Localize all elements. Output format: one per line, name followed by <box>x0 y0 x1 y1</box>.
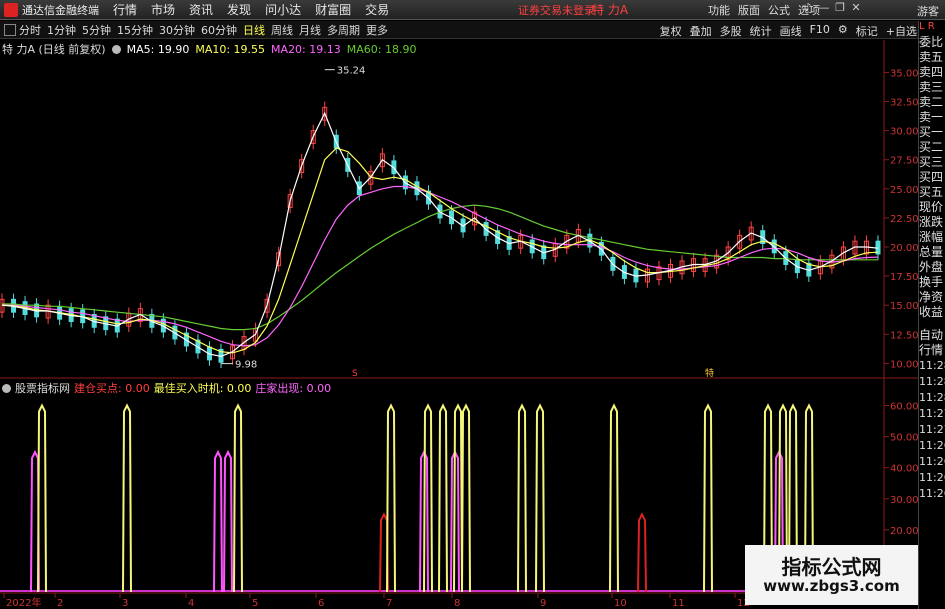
indicator-spike <box>609 403 619 593</box>
tick-time: 11:26 <box>919 471 945 484</box>
price-tick-label: 35.00 <box>890 68 918 79</box>
x-tick-label: 8 <box>454 598 460 609</box>
side-item: 净资 <box>919 290 944 304</box>
indicator-spike <box>223 449 233 593</box>
tick-time: 11:26 <box>919 455 945 468</box>
side-item: 买四 <box>919 170 944 184</box>
x-tick-label: 2022年 <box>6 596 41 609</box>
x-tick-label: 9 <box>540 598 546 609</box>
side-item: 买二 <box>919 140 944 154</box>
x-tick-label: 3 <box>122 598 128 609</box>
settings-dot-icon[interactable] <box>2 383 11 393</box>
indicator-item1: 建仓买点: 0.00 <box>74 382 150 395</box>
side-item: 涨跌 <box>919 215 944 229</box>
watermark-title: 指标公式网 <box>781 555 882 579</box>
price-tick-label: 20.00 <box>890 243 918 254</box>
low-price-label: 9.98 <box>235 360 257 371</box>
side-item: 外盘 <box>919 260 944 274</box>
indicator-tick-label: 20.00 <box>890 526 918 537</box>
x-tick-label: 10 <box>614 598 627 609</box>
ma10-value: MA10: 19.55 <box>195 42 266 56</box>
indicator-spike <box>461 403 471 593</box>
indicator-tick-label: 40.00 <box>890 464 918 475</box>
indicator-tick-label: 50.00 <box>890 433 918 444</box>
indicator-spike <box>637 512 647 593</box>
ma5-line <box>1 111 879 358</box>
tick-time: 11:27 <box>919 407 945 420</box>
indicator-name[interactable]: 股票指标网 <box>15 380 70 396</box>
price-tick-label: 17.50 <box>890 272 918 283</box>
x-tick-label: 7 <box>386 598 392 609</box>
watermark: 指标公式网 www.zbgs3.com <box>745 545 918 605</box>
indicator-item2: 最佳买入时机: 0.00 <box>153 382 252 395</box>
side-lr-toggle[interactable]: L R <box>919 21 945 35</box>
x-tick-label: 11 <box>672 598 685 609</box>
tick-time: 11:27 <box>919 423 945 436</box>
price-tick-label: 15.00 <box>890 301 918 312</box>
indicator-item3: 庄家出现: 0.00 <box>255 382 332 395</box>
indicator-spike <box>233 403 243 593</box>
watermark-url: www.zbgs3.com <box>763 577 900 595</box>
event-marker-label: 特 <box>705 367 714 379</box>
side-item: 买一 <box>919 125 944 139</box>
side-item: 卖二 <box>919 95 944 109</box>
ma10-line <box>1 147 879 354</box>
main-chart-header: 特 力A (日线 前复权) MA5: 19.90 MA10: 19.55 MA2… <box>2 41 422 57</box>
settings-dot-icon[interactable] <box>111 44 121 54</box>
indicator-header: 股票指标网 建仓买点: 0.00 最佳买入时机: 0.00 庄家出现: 0.00 <box>2 380 335 396</box>
side-item: 现价 <box>919 200 944 214</box>
x-tick-label: 5 <box>252 598 258 609</box>
indicator-spike <box>438 403 448 593</box>
indicator-spike <box>122 403 132 593</box>
kline-chart[interactable]: 35.00 32.50 30.00 27.50 25.00 22.50 20.00 17.50… <box>0 0 918 609</box>
tick-time: 11:28 <box>919 359 945 372</box>
guest-label[interactable]: 游客 <box>917 3 939 19</box>
ma20-value: MA20: 19.13 <box>271 42 341 56</box>
side-item: 总量 <box>919 245 944 259</box>
tick-time: 11:26 <box>919 439 945 452</box>
x-tick-label: 2 <box>57 598 63 609</box>
indicator-spike <box>535 403 545 593</box>
ma60-line <box>2 204 878 331</box>
tick-time: 11:26 <box>919 487 945 500</box>
high-price-label: 35.24 <box>337 66 366 77</box>
x-tick-label: 4 <box>188 598 194 609</box>
event-marker-label: S <box>352 369 358 379</box>
side-item: 卖三 <box>919 80 944 94</box>
indicator-spike <box>213 449 223 593</box>
tick-time: 11:28 <box>919 391 945 404</box>
side-item: 卖四 <box>919 65 944 79</box>
side-item: 买三 <box>919 155 944 169</box>
side-item: 买五 <box>919 185 944 199</box>
side-auto[interactable]: 自动 <box>919 328 945 343</box>
side-item: 委比 <box>919 35 944 49</box>
ma5-value: MA5: 19.90 <box>126 42 190 56</box>
indicator-spike <box>703 403 713 593</box>
indicator-tick-label: 60.00 <box>890 402 918 413</box>
side-item: 涨幅 <box>919 230 944 244</box>
price-tick-label: 12.50 <box>890 330 918 341</box>
indicator-spike <box>517 403 527 593</box>
price-tick-label: 10.00 <box>890 359 918 370</box>
price-tick-label: 30.00 <box>890 127 918 138</box>
price-tick-label: 25.00 <box>890 185 918 196</box>
price-tick-label: 32.50 <box>890 98 918 109</box>
side-panel: L R 委比 卖五 卖四 卖三 卖二 卖一 买一 买二 买三 买四 买五 现价 … <box>918 21 945 609</box>
price-tick-label: 27.50 <box>890 156 918 167</box>
side-item: 收益 <box>919 305 944 319</box>
side-item: 卖五 <box>919 50 944 64</box>
x-tick-label: 6 <box>318 598 324 609</box>
indicator-tick-label: 30.00 <box>890 495 918 506</box>
tick-time: 11:28 <box>919 375 945 388</box>
side-item: 卖一 <box>919 110 944 124</box>
chart-title: 特 力A (日线 前复权) <box>2 43 106 56</box>
price-tick-label: 22.50 <box>890 214 918 225</box>
side-item: 换手 <box>919 275 944 289</box>
ma60-value: MA60: 18.90 <box>346 42 417 56</box>
side-quote[interactable]: 行情 <box>919 343 945 358</box>
